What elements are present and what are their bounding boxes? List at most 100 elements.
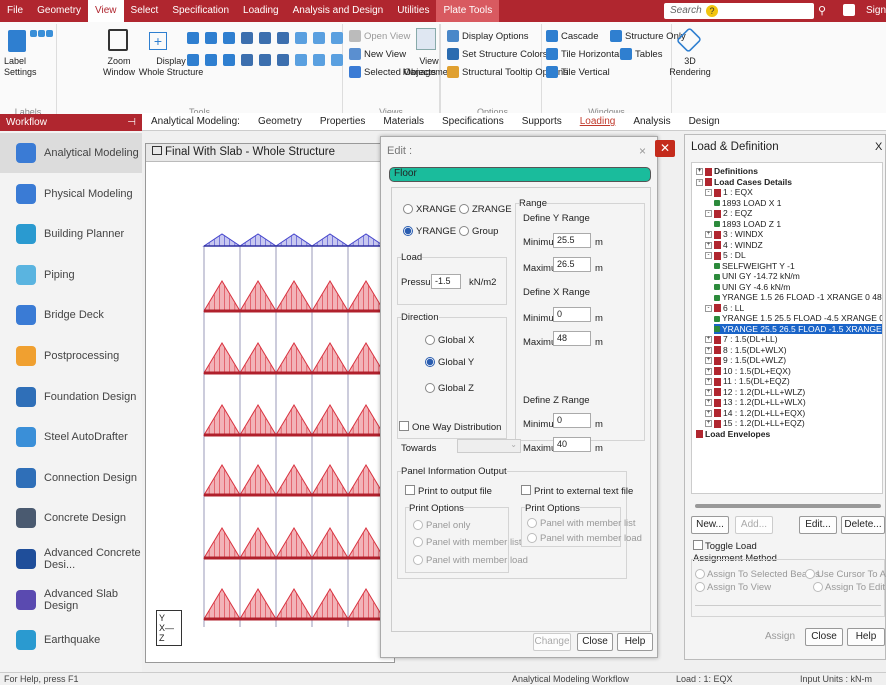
workflow-item-piping[interactable]: Piping (0, 255, 142, 295)
print-external-checkbox[interactable] (521, 485, 531, 495)
collapse-icon[interactable]: - (705, 210, 712, 218)
tree-load-case[interactable]: - 6 : LL (705, 303, 744, 313)
help-icon[interactable]: ? (706, 5, 718, 17)
tables-button[interactable]: Tables (620, 48, 662, 60)
tree-load-case[interactable]: +8 : 1.5(DL+WLX) (705, 345, 787, 355)
tree-load-case[interactable]: +10 : 1.5(DL+EQX) (705, 366, 791, 376)
label-settings-button[interactable]: Label Settings (4, 56, 44, 78)
tree-load-case[interactable]: +14 : 1.2(DL+LL+EQX) (705, 408, 805, 418)
menu-item-file[interactable]: File (0, 0, 30, 22)
assign-selected-radio[interactable] (695, 569, 705, 579)
3d-rendering-button[interactable]: 3D Rendering (668, 56, 712, 78)
display-options-button[interactable]: Display Options (447, 30, 529, 42)
expand-icon[interactable]: + (705, 231, 712, 239)
set-structure-colors-button[interactable]: Set Structure Colors (447, 48, 548, 60)
tree-load-case[interactable]: - Load Cases Details (696, 177, 792, 187)
workflow-item-building-planner[interactable]: Building Planner (0, 214, 142, 254)
expand-icon[interactable]: + (705, 378, 712, 386)
edit-close-x-button[interactable]: ✕ (655, 140, 675, 157)
pin-icon[interactable]: ⊣ (127, 117, 136, 128)
menu-item-analysis-and-design[interactable]: Analysis and Design (286, 0, 391, 22)
tree-load-item[interactable]: YRANGE 1.5 26 FLOAD -1 XRANGE 0 48 ZRANG… (714, 292, 882, 302)
panel-member-list-radio-2[interactable] (527, 518, 537, 528)
tree-load-item[interactable]: YRANGE 1.5 25.5 FLOAD -4.5 XRANGE 0 48 Z… (714, 313, 882, 323)
workflow-item-concrete-design[interactable]: Concrete Design (0, 498, 142, 538)
tree-load-item[interactable]: UNI GY -14.72 kN/m (714, 271, 800, 281)
tree-load-case[interactable]: +12 : 1.2(DL+LL+WLZ) (705, 387, 805, 397)
load-type-selector[interactable]: Floor (389, 167, 651, 182)
new-button[interactable]: New... (691, 516, 729, 534)
close-button[interactable]: Close (577, 633, 613, 651)
expand-icon[interactable]: + (705, 420, 712, 428)
collapse-icon[interactable]: - (705, 304, 712, 312)
workflow-item-connection-design[interactable]: Connection Design (0, 458, 142, 498)
tree-load-item[interactable]: SELFWEIGHT Y -1 (714, 261, 795, 271)
global-x-radio[interactable] (425, 335, 435, 345)
assign-button[interactable]: Assign (759, 628, 801, 646)
expand-icon[interactable]: + (705, 367, 712, 375)
tab-properties[interactable]: Properties (311, 116, 375, 127)
group-radio[interactable] (459, 226, 469, 236)
pressure-input[interactable]: -1.5 (431, 274, 461, 289)
panel-member-list-radio[interactable] (413, 537, 423, 547)
towards-dropdown[interactable]: ⌄ (457, 439, 521, 453)
collapse-icon[interactable]: - (696, 178, 703, 186)
global-y-radio[interactable] (425, 357, 435, 367)
tab-supports[interactable]: Supports (513, 116, 571, 127)
panel-close-button[interactable]: X (875, 141, 882, 153)
tab-design[interactable]: Design (680, 116, 729, 127)
tile-vertical-button[interactable]: Tile Vertical (546, 66, 610, 78)
change-button[interactable]: Change (533, 633, 571, 651)
y-min-input[interactable]: 25.5 (553, 233, 591, 248)
expand-icon[interactable]: + (696, 168, 703, 176)
tree-load-case[interactable]: +4 : WINDZ (705, 240, 763, 250)
tree-load-item[interactable]: YRANGE 25.5 26.5 FLOAD -1.5 XRANGE 0 48 … (714, 323, 882, 334)
expand-icon[interactable]: + (705, 336, 712, 344)
tab-materials[interactable]: Materials (374, 116, 433, 127)
tree-load-item[interactable]: 1893 LOAD Z 1 (714, 219, 781, 229)
workflow-item-postprocessing[interactable]: Postprocessing (0, 336, 142, 376)
workflow-item-advanced-slab-design[interactable]: Advanced Slab Design (0, 580, 142, 620)
tree-load-case[interactable]: - 5 : DL (705, 250, 746, 260)
tree-load-case[interactable]: +3 : WINDX (705, 229, 763, 239)
workflow-item-bridge-deck[interactable]: Bridge Deck (0, 295, 142, 335)
x-min-input[interactable]: 0 (553, 307, 591, 322)
global-z-radio[interactable] (425, 383, 435, 393)
expand-icon[interactable]: + (705, 357, 712, 365)
cascade-button[interactable]: Cascade (546, 30, 599, 42)
tree-load-case[interactable]: - 1 : EQX (705, 187, 753, 197)
tree-load-case[interactable]: +9 : 1.5(DL+WLZ) (705, 355, 786, 365)
workflow-item-earthquake[interactable]: Earthquake (0, 620, 142, 660)
yrange-radio[interactable] (403, 226, 413, 236)
tree-load-item[interactable]: UNI GY -4.6 kN/m (714, 282, 790, 292)
load-cases-tree[interactable]: + Definitions - Load Cases Details -1 : EQX 1… (691, 162, 883, 494)
search-icon[interactable]: ⚲ (818, 4, 832, 18)
structure-drawing[interactable] (146, 162, 394, 662)
menu-item-specification[interactable]: Specification (165, 0, 236, 22)
collapse-icon[interactable]: - (705, 252, 712, 260)
menu-item-view[interactable]: View (88, 0, 124, 22)
tab-loading[interactable]: Loading (571, 116, 625, 127)
label-toggle-icons[interactable] (30, 30, 54, 50)
expand-icon[interactable]: + (705, 388, 712, 396)
structure-view-window[interactable]: Final With Slab - Whole Structure Y X—Z (145, 143, 395, 663)
tab-specifications[interactable]: Specifications (433, 116, 513, 127)
workflow-item-steel-autodrafter[interactable]: Steel AutoDrafter (0, 417, 142, 457)
expand-icon[interactable]: + (705, 399, 712, 407)
workflow-item-advanced-concrete-desi[interactable]: Advanced Concrete Desi... (0, 539, 142, 579)
assign-edit-list-radio[interactable] (813, 582, 823, 592)
tree-scrollbar[interactable] (695, 504, 881, 508)
view-tools-icons[interactable] (187, 32, 343, 72)
edit-button[interactable]: Edit... (799, 516, 837, 534)
menu-item-loading[interactable]: Loading (236, 0, 286, 22)
menu-item-geometry[interactable]: Geometry (30, 0, 88, 22)
collapse-icon[interactable]: - (705, 189, 712, 197)
expand-icon[interactable]: + (705, 241, 712, 249)
menu-item-utilities[interactable]: Utilities (390, 0, 436, 22)
tree-load-item[interactable]: 1893 LOAD X 1 (714, 198, 782, 208)
one-way-checkbox[interactable] (399, 421, 409, 431)
use-cursor-radio[interactable] (805, 569, 815, 579)
tree-load-case[interactable]: +7 : 1.5(DL+LL) (705, 334, 778, 344)
tile-horizontal-button[interactable]: Tile Horizontal (546, 48, 621, 60)
print-output-checkbox[interactable] (405, 485, 415, 495)
